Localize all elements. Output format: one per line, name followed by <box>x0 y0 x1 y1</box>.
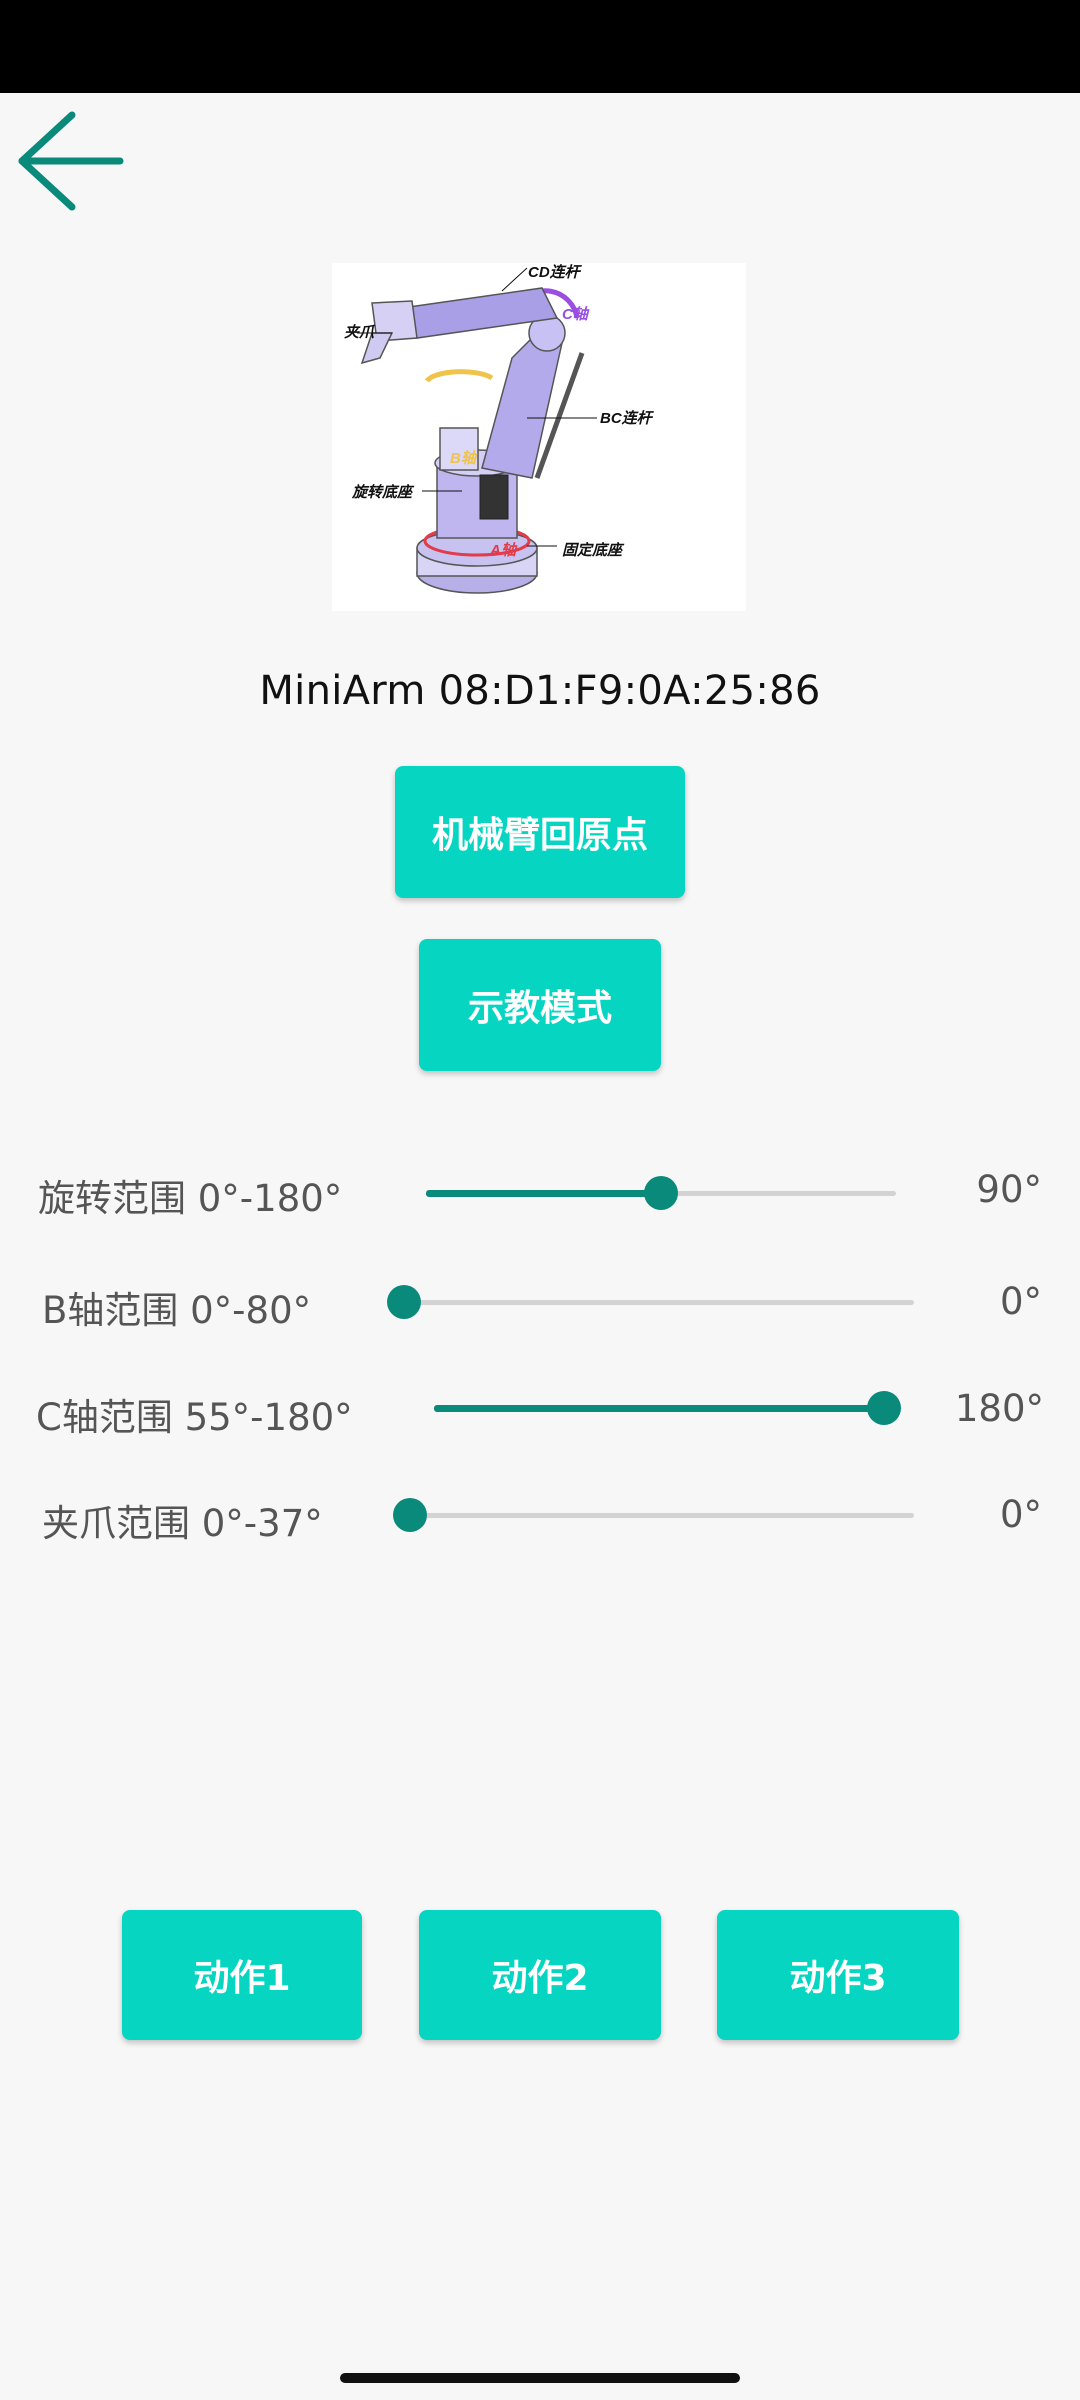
label-rotating-base: 旋转底座 <box>351 483 415 501</box>
status-bar <box>0 0 1080 93</box>
slider-thumb[interactable] <box>644 1176 678 1210</box>
label-b-axis: B轴 <box>450 450 478 467</box>
rotation-slider[interactable] <box>426 1173 896 1213</box>
slider-track <box>404 1300 914 1305</box>
slider-thumb[interactable] <box>867 1391 901 1425</box>
rotation-value: 90° <box>976 1168 1042 1211</box>
label-bc-link: BC连杆 <box>600 410 655 427</box>
label-gripper: 夹爪 <box>344 324 376 341</box>
device-title: MiniArm 08:D1:F9:0A:25:86 <box>259 668 821 714</box>
gesture-nav-handle[interactable] <box>340 2373 740 2383</box>
slider-thumb[interactable] <box>387 1285 421 1319</box>
rotation-range-label: 旋转范围 0°-180° <box>38 1177 343 1220</box>
teach-mode-button[interactable]: 示教模式 <box>419 939 661 1071</box>
action-1-button[interactable]: 动作1 <box>122 1910 362 2040</box>
b-axis-value: 0° <box>999 1280 1042 1323</box>
back-button[interactable] <box>12 105 132 215</box>
action-2-button[interactable]: 动作2 <box>419 1910 661 2040</box>
b-axis-range-label: B轴范围 0°-80° <box>42 1289 312 1332</box>
back-arrow-icon <box>18 111 124 211</box>
b-axis-slider[interactable] <box>387 1282 914 1322</box>
c-axis-range-label: C轴范围 55°-180° <box>36 1396 353 1439</box>
gripper-slider[interactable] <box>393 1495 914 1535</box>
slider-track <box>410 1513 914 1518</box>
home-button[interactable]: 机械臂回原点 <box>395 766 685 898</box>
gripper-range-label: 夹爪范围 0°-37° <box>42 1502 323 1545</box>
label-a-axis: A轴 <box>489 542 518 559</box>
label-c-axis: C轴 <box>562 306 590 323</box>
c-axis-value: 180° <box>954 1387 1044 1430</box>
action-3-button[interactable]: 动作3 <box>717 1910 959 2040</box>
slider-thumb[interactable] <box>393 1498 427 1532</box>
robot-arm-diagram: 夹爪 CD连杆 C轴 BC连杆 B轴 旋转底座 A轴 固定底座 <box>332 263 746 611</box>
label-fixed-base: 固定底座 <box>562 541 625 559</box>
gripper-value: 0° <box>999 1493 1042 1536</box>
label-cd-link: CD连杆 <box>528 264 583 281</box>
slider-fill <box>426 1190 661 1197</box>
c-axis-slider[interactable] <box>434 1388 901 1428</box>
slider-fill <box>434 1405 884 1412</box>
